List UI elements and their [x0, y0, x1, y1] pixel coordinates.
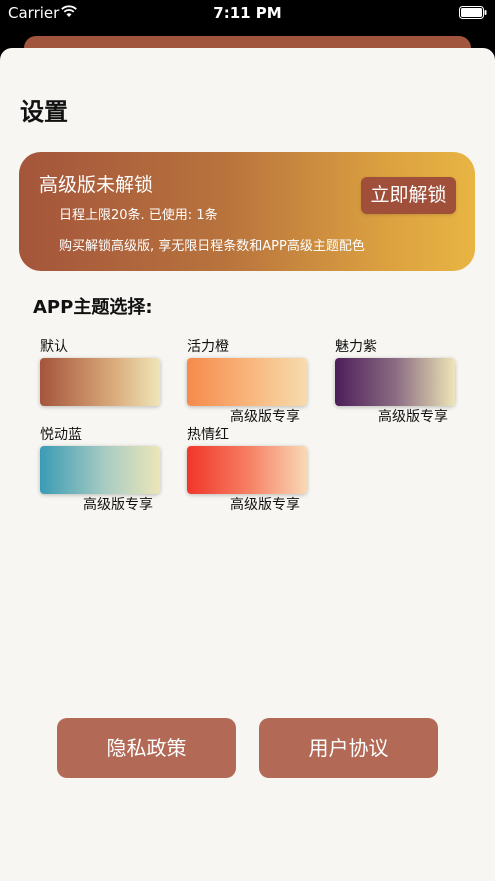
privacy-policy-button[interactable]: 隐私政策: [57, 718, 236, 778]
premium-badge: 高级版专享: [230, 409, 300, 425]
theme-swatch[interactable]: [187, 446, 307, 494]
page-title: 设置: [20, 98, 68, 126]
battery-icon: [459, 6, 487, 19]
theme-label: 热情红: [187, 427, 229, 443]
theme-section-title: APP主题选择:: [33, 297, 153, 318]
theme-label: 魅力紫: [335, 339, 377, 355]
theme-swatch[interactable]: [40, 358, 160, 406]
premium-badge: 高级版专享: [230, 497, 300, 513]
status-bar: Carrier 7:11 PM: [0, 0, 495, 26]
settings-sheet: 设置 高级版未解锁 日程上限20条. 已使用: 1条 购买解锁高级版, 享无限日…: [0, 48, 495, 881]
status-time: 7:11 PM: [213, 4, 282, 22]
premium-description: 购买解锁高级版, 享无限日程条数和APP高级主题配色: [59, 239, 365, 254]
theme-label: 悦动蓝: [40, 427, 82, 443]
premium-title: 高级版未解锁: [39, 174, 154, 196]
premium-banner: 高级版未解锁 日程上限20条. 已使用: 1条 购买解锁高级版, 享无限日程条数…: [19, 152, 475, 271]
theme-swatch[interactable]: [187, 358, 307, 406]
premium-limit-text: 日程上限20条. 已使用: 1条: [59, 208, 218, 223]
premium-badge: 高级版专享: [378, 409, 448, 425]
theme-swatch[interactable]: [335, 358, 455, 406]
user-agreement-button[interactable]: 用户协议: [259, 718, 438, 778]
theme-swatch[interactable]: [40, 446, 160, 494]
unlock-button[interactable]: 立即解锁: [361, 177, 456, 214]
premium-badge: 高级版专享: [83, 497, 153, 513]
theme-label: 默认: [40, 339, 68, 355]
theme-label: 活力橙: [187, 339, 229, 355]
